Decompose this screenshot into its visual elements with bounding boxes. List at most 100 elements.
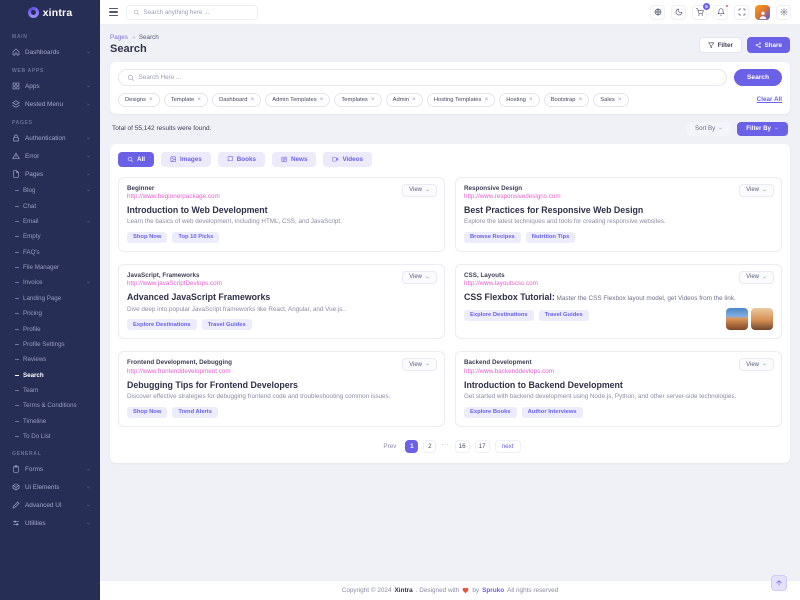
sidebar-subitem-label: Terms & Conditions [23, 402, 91, 409]
page-2[interactable]: 2 [423, 440, 436, 453]
filter-by-button[interactable]: Filter By [737, 122, 788, 136]
sidebar-subitem-email[interactable]: Email [0, 214, 100, 229]
pagination-next[interactable]: next [495, 440, 521, 453]
sidebar-subitem-landing-page[interactable]: Landing Page [0, 291, 100, 306]
filter-tag-template[interactable]: Template× [164, 93, 208, 107]
view-button[interactable]: View [739, 271, 774, 284]
result-url[interactable]: http://www.layoutscss.com [464, 280, 773, 287]
dash-icon [15, 313, 19, 314]
sidebar-subitem-empty[interactable]: Empty [0, 229, 100, 244]
close-icon[interactable]: × [197, 97, 201, 104]
sidebar-subitem-file-manager[interactable]: File Manager [0, 260, 100, 275]
desert-road-photo[interactable] [726, 308, 748, 330]
page-16[interactable]: 16 [455, 440, 470, 453]
filter-tag-sales[interactable]: Sales× [593, 93, 628, 107]
close-icon[interactable]: × [529, 97, 533, 104]
view-button[interactable]: View [402, 184, 437, 197]
sidebar-item-forms[interactable]: Forms [0, 460, 100, 478]
filter-tag-hosting-templates[interactable]: Hosting Templates× [427, 93, 495, 107]
filter-tag-admin-templates[interactable]: Admin Templates× [265, 93, 330, 107]
chevron-down-icon [86, 136, 91, 141]
view-button[interactable]: View [402, 358, 437, 371]
close-icon[interactable]: × [484, 97, 488, 104]
close-icon[interactable]: × [149, 97, 153, 104]
sidebar-subitem-reviews[interactable]: Reviews [0, 352, 100, 367]
dash-icon [15, 359, 19, 360]
sidebar-subitem-to-do-list[interactable]: To Do List [0, 429, 100, 444]
hamburger-menu-icon[interactable] [109, 8, 118, 16]
sidebar-subitem-profile[interactable]: Profile [0, 321, 100, 336]
sidebar-subitem-terms-conditions[interactable]: Terms & Conditions [0, 398, 100, 413]
footer-credit-link[interactable]: Spruko [482, 587, 504, 594]
pagination-prev[interactable]: Prev [379, 440, 400, 453]
filter-tag-designs[interactable]: Designs× [118, 93, 160, 107]
clear-all-link[interactable]: Clear All [757, 96, 782, 103]
search-input[interactable] [139, 74, 719, 81]
sidebar-item-apps[interactable]: Apps [0, 77, 100, 95]
sidebar-subitem-search[interactable]: Search [0, 368, 100, 383]
breadcrumb-pages[interactable]: Pages [110, 34, 128, 41]
sidebar-subitem-profile-settings[interactable]: Profile Settings [0, 337, 100, 352]
filter-tag-hosting[interactable]: Hosting× [499, 93, 539, 107]
tab-news[interactable]: News [272, 152, 316, 167]
tab-books[interactable]: Books [218, 152, 265, 167]
sort-by-button[interactable]: Sort By [687, 122, 731, 136]
sidebar-item-pages[interactable]: Pages [0, 165, 100, 183]
result-url[interactable]: http://www.backenddevlops.com [464, 368, 773, 375]
sidebar-subitem-chat[interactable]: Chat [0, 198, 100, 213]
sidebar-subitem-invoice[interactable]: Invoice [0, 275, 100, 290]
sidebar-item-utilities[interactable]: Utilities [0, 514, 100, 532]
fullscreen-icon[interactable] [734, 5, 749, 20]
share-button[interactable]: Share [747, 37, 790, 53]
sidebar-item-advanced-ui[interactable]: Advanced UI [0, 496, 100, 514]
close-icon[interactable]: × [371, 97, 375, 104]
close-icon[interactable]: × [579, 97, 583, 104]
page-17[interactable]: 17 [475, 440, 490, 453]
result-url[interactable]: http://www.responsivedesigns.com [464, 193, 773, 200]
footer-text: . Designed with [416, 587, 460, 594]
result-badges: Shop NowTrend Alerts [127, 407, 436, 418]
gear-icon[interactable] [776, 5, 791, 20]
sidebar-subitem-pricing[interactable]: Pricing [0, 306, 100, 321]
translate-icon[interactable] [650, 5, 665, 20]
sidebar-item-authentication[interactable]: Authentication [0, 129, 100, 147]
scroll-to-top-button[interactable] [771, 575, 787, 591]
sidebar-item-error[interactable]: Error [0, 147, 100, 165]
filter-tag-templates[interactable]: Templates× [334, 93, 381, 107]
result-url[interactable]: http://www.beginnerpackage.com [127, 193, 436, 200]
result-url[interactable]: http://www.javaScriptDevlops.com [127, 280, 436, 287]
tab-all[interactable]: All [118, 152, 154, 167]
filter-tag-admin[interactable]: Admin× [386, 93, 423, 107]
view-button[interactable]: View [739, 358, 774, 371]
brand-link[interactable]: xintra [0, 0, 100, 25]
result-badge: Travel Guides [539, 310, 589, 321]
sidebar-item-dashboards[interactable]: Dashboards [0, 43, 100, 61]
global-search-input[interactable] [144, 9, 252, 16]
close-icon[interactable]: × [320, 97, 324, 104]
filter-tag-dashboard[interactable]: Dashboard× [212, 93, 261, 107]
filter-button[interactable]: Filter [699, 37, 742, 53]
cart-icon[interactable]: 5 [692, 5, 707, 20]
result-url[interactable]: http://www.frontenddevelopment.com [127, 368, 436, 375]
results-card: AllImagesBooksNewsVideos Beginnerhttp://… [110, 144, 790, 463]
view-button[interactable]: View [402, 271, 437, 284]
filter-tag-bootstrap[interactable]: Bootstrap× [544, 93, 590, 107]
sidebar-subitem-timeline[interactable]: Timeline [0, 414, 100, 429]
sidebar-subitem-faq-s[interactable]: FAQ's [0, 245, 100, 260]
page-1[interactable]: 1 [405, 440, 418, 453]
close-icon[interactable]: × [412, 97, 416, 104]
view-button[interactable]: View [739, 184, 774, 197]
close-icon[interactable]: × [250, 97, 254, 104]
tab-videos[interactable]: Videos [323, 152, 372, 167]
moon-icon[interactable] [671, 5, 686, 20]
sidebar-item-ui-elements[interactable]: Ui Elements [0, 478, 100, 496]
sidebar-item-nested-menu[interactable]: Nested Menu [0, 95, 100, 113]
sidebar-subitem-team[interactable]: Team [0, 383, 100, 398]
desert-camp-photo[interactable] [751, 308, 773, 330]
close-icon[interactable]: × [618, 97, 622, 104]
avatar[interactable] [755, 5, 770, 20]
search-button[interactable]: Search [734, 69, 782, 86]
bell-icon[interactable] [713, 5, 728, 20]
sidebar-subitem-blog[interactable]: Blog [0, 183, 100, 198]
tab-images[interactable]: Images [161, 152, 211, 167]
